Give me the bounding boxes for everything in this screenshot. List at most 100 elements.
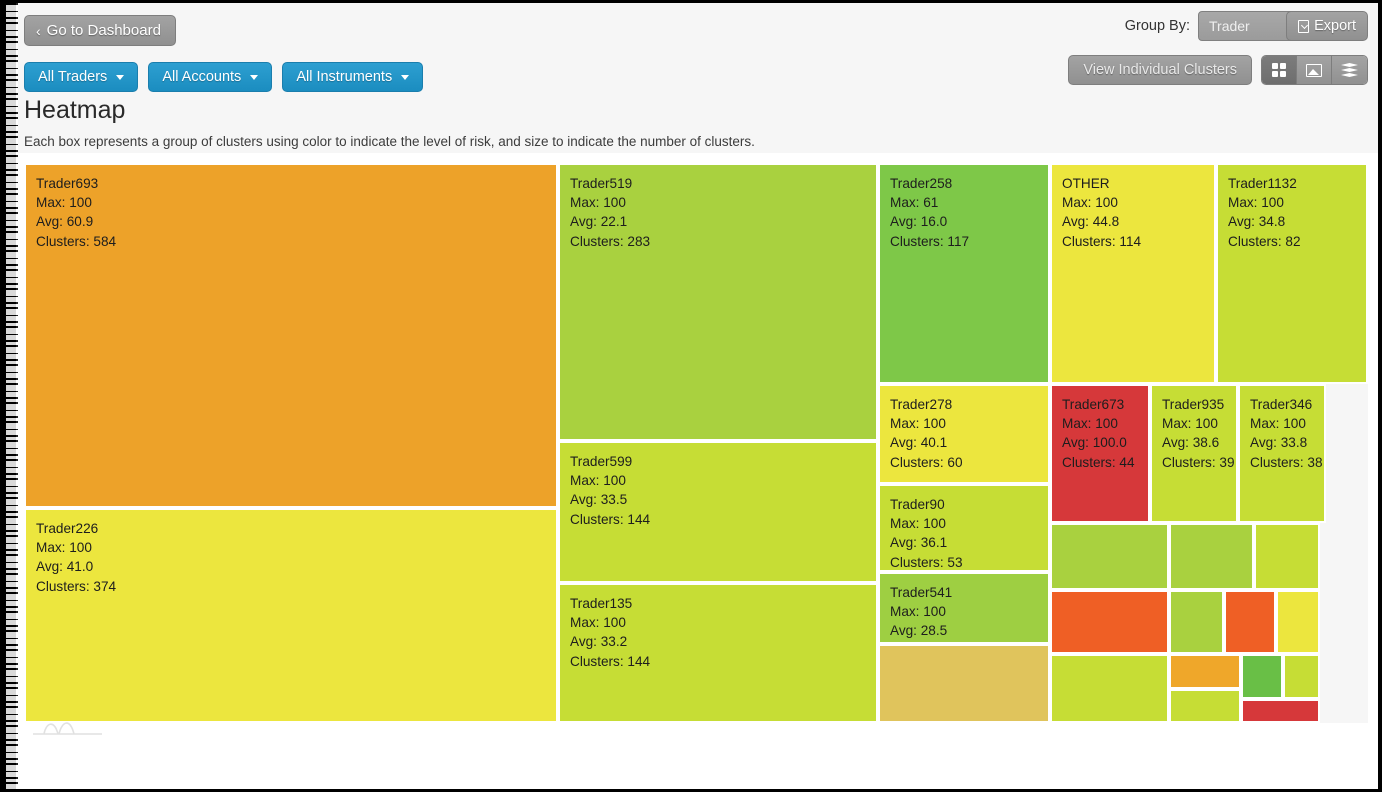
screenshot-frame: ‹ Go to Dashboard All Traders All Accoun… bbox=[0, 0, 1382, 792]
treemap-cell-unlabeled[interactable] bbox=[1224, 590, 1276, 654]
treemap-cell-name: Trader673 bbox=[1062, 397, 1125, 412]
download-icon bbox=[1298, 19, 1310, 33]
treemap-cell-clusters: Clusters: 374 bbox=[36, 578, 117, 594]
treemap-cell-unlabeled[interactable] bbox=[1050, 523, 1169, 590]
treemap-cell[interactable]: Trader135 Max: 100 Avg: 33.2 Clusters: 144 bbox=[558, 583, 878, 723]
treemap-cell[interactable]: Trader599 Max: 100 Avg: 33.5 Clusters: 144 bbox=[558, 441, 878, 583]
treemap-cell[interactable]: OTHER Max: 100 Avg: 44.8 Clusters: 114 bbox=[1050, 163, 1216, 384]
treemap-cell[interactable]: Trader541Max: 100Avg: 28.5Clusters: 46 bbox=[878, 572, 1050, 644]
treemap-cell-name: Trader693 bbox=[36, 176, 99, 191]
treemap-cell-max: Max: 100 bbox=[890, 604, 946, 620]
treemap-cell-unlabeled[interactable] bbox=[1050, 590, 1169, 654]
treemap-cell[interactable]: Trader346 Max: 100 Avg: 33.8 Clusters: 38 bbox=[1238, 384, 1326, 523]
export-button[interactable]: Export bbox=[1286, 11, 1368, 41]
treemap-cell-max: Max: 100 bbox=[1062, 195, 1118, 211]
treemap-cell-label: Trader673 Max: 100 Avg: 100.0 Clusters: 44 bbox=[1052, 386, 1148, 472]
treemap-cell[interactable]: Trader673 Max: 100 Avg: 100.0 Clusters: 44 bbox=[1050, 384, 1150, 523]
view-controls-row: View Individual Clusters bbox=[1068, 55, 1368, 85]
group-by-value: Trader bbox=[1209, 18, 1250, 34]
treemap-cell-name: Trader599 bbox=[570, 454, 633, 469]
heatmap-treemap: Trader693 Max: 100 Avg: 60.9 Clusters: 584 T… bbox=[24, 163, 1368, 723]
treemap-cell-name: Trader258 bbox=[890, 176, 953, 191]
treemap-cell[interactable]: Trader935 Max: 100 Avg: 38.6 Clusters: 39 bbox=[1150, 384, 1238, 523]
treemap-cell-max: Max: 100 bbox=[570, 195, 626, 211]
filter-button-row: All Traders All Accounts All Instruments bbox=[24, 62, 424, 92]
treemap-cell[interactable]: Trader519 Max: 100 Avg: 22.1 Clusters: 283 bbox=[558, 163, 878, 441]
torn-paper-left-edge bbox=[0, 0, 18, 792]
app-surface: ‹ Go to Dashboard All Traders All Accoun… bbox=[14, 3, 1378, 789]
treemap-cell-unlabeled[interactable] bbox=[1276, 590, 1320, 654]
treemap-cell-name: OTHER bbox=[1062, 176, 1110, 191]
treemap-cell-max: Max: 100 bbox=[36, 195, 92, 211]
treemap-cell-unlabeled[interactable] bbox=[1169, 590, 1224, 654]
view-toggle-chart[interactable] bbox=[1297, 56, 1332, 84]
filter-all-instruments-label: All Instruments bbox=[296, 69, 393, 85]
treemap-cell-avg: Avg: 100.0 bbox=[1062, 435, 1127, 451]
treemap-cell-max: Max: 100 bbox=[1162, 416, 1218, 432]
treemap-cell-unlabeled[interactable] bbox=[1169, 523, 1254, 590]
treemap-cell-label: Trader693 Max: 100 Avg: 60.9 Clusters: 584 bbox=[26, 165, 556, 251]
treemap-cell-avg: Avg: 33.5 bbox=[570, 492, 628, 508]
treemap-cell[interactable]: Trader226 Max: 100 Avg: 41.0 Clusters: 374 bbox=[24, 508, 558, 723]
treemap-cell-avg: Avg: 33.2 bbox=[570, 634, 628, 650]
treemap-cell-avg: Avg: 16.0 bbox=[890, 214, 948, 230]
treemap-cell-unlabeled[interactable] bbox=[878, 644, 1050, 723]
chevron-down-icon bbox=[116, 74, 125, 80]
view-toggle-layers[interactable] bbox=[1332, 56, 1367, 84]
treemap-cell-unlabeled[interactable] bbox=[1241, 699, 1320, 723]
page-subtitle: Each box represents a group of clusters … bbox=[24, 134, 755, 149]
go-to-dashboard-button[interactable]: ‹ Go to Dashboard bbox=[24, 15, 176, 46]
treemap-cell-unlabeled[interactable] bbox=[1241, 654, 1283, 699]
chevron-down-icon bbox=[250, 74, 259, 80]
treemap-cell[interactable]: Trader258 Max: 61 Avg: 16.0 Clusters: 117 bbox=[878, 163, 1050, 384]
treemap-cell-label: Trader135 Max: 100 Avg: 33.2 Clusters: 144 bbox=[560, 585, 876, 671]
treemap-cell-avg: Avg: 28.5 bbox=[890, 623, 948, 639]
treemap-cell-clusters: Clusters: 44 bbox=[1062, 454, 1135, 470]
filter-all-traders[interactable]: All Traders bbox=[24, 62, 139, 92]
group-by-label: Group By: bbox=[1124, 18, 1190, 34]
treemap-cell-unlabeled[interactable] bbox=[1050, 654, 1169, 723]
group-by-control: Group By: Trader bbox=[1125, 11, 1308, 41]
treemap-cell-name: Trader226 bbox=[36, 521, 99, 536]
view-individual-clusters-button[interactable]: View Individual Clusters bbox=[1068, 55, 1252, 85]
treemap-cell-clusters: Clusters: 60 bbox=[890, 454, 963, 470]
treemap-cell-unlabeled[interactable] bbox=[1254, 523, 1320, 590]
treemap-cell-avg: Avg: 38.6 bbox=[1162, 435, 1220, 451]
treemap-cell-avg: Avg: 40.1 bbox=[890, 435, 948, 451]
treemap-cell-clusters: Clusters: 53 bbox=[890, 554, 963, 570]
treemap-cell-unlabeled[interactable] bbox=[1169, 689, 1241, 723]
treemap-cell-label: Trader258 Max: 61 Avg: 16.0 Clusters: 117 bbox=[880, 165, 1048, 251]
treemap-cell-max: Max: 100 bbox=[1250, 416, 1306, 432]
treemap-cell[interactable]: Trader693 Max: 100 Avg: 60.9 Clusters: 584 bbox=[24, 163, 558, 508]
treemap-cell-max: Max: 100 bbox=[570, 615, 626, 631]
layers-icon bbox=[1341, 63, 1358, 77]
treemap-cell-clusters: Clusters: 283 bbox=[570, 233, 651, 249]
treemap-cell-avg: Avg: 22.1 bbox=[570, 214, 628, 230]
filter-all-accounts[interactable]: All Accounts bbox=[148, 62, 273, 92]
frame-top-edge bbox=[0, 0, 1382, 3]
filter-all-traders-label: All Traders bbox=[38, 69, 108, 85]
view-mode-toggle-group bbox=[1261, 55, 1368, 85]
treemap-cell-max: Max: 61 bbox=[890, 195, 939, 211]
treemap-cell[interactable]: Trader278 Max: 100 Avg: 40.1 Clusters: 60 bbox=[878, 384, 1050, 484]
treemap-cell[interactable]: Trader90 Max: 100 Avg: 36.1 Clusters: 53 bbox=[878, 484, 1050, 572]
treemap-cell-clusters: Clusters: 38 bbox=[1250, 454, 1323, 470]
treemap-cell-max: Max: 100 bbox=[890, 516, 946, 532]
filter-all-instruments[interactable]: All Instruments bbox=[282, 62, 424, 92]
treemap-cell-name: Trader1132 bbox=[1228, 176, 1297, 191]
treemap-cell-label: Trader519 Max: 100 Avg: 22.1 Clusters: 283 bbox=[560, 165, 876, 251]
treemap-cell-clusters: Clusters: 114 bbox=[1062, 233, 1142, 249]
treemap-cell-clusters: Clusters: 144 bbox=[570, 511, 651, 527]
treemap-cell-label: Trader278 Max: 100 Avg: 40.1 Clusters: 60 bbox=[880, 386, 1048, 472]
treemap-cell-name: Trader346 bbox=[1250, 397, 1313, 412]
treemap-cell-unlabeled[interactable] bbox=[1169, 654, 1241, 689]
chevron-down-icon bbox=[401, 74, 410, 80]
treemap-cell-avg: Avg: 34.8 bbox=[1228, 214, 1286, 230]
view-toggle-grid[interactable] bbox=[1262, 56, 1297, 84]
treemap-cell-label: Trader599 Max: 100 Avg: 33.5 Clusters: 144 bbox=[560, 443, 876, 529]
treemap-cell-unlabeled[interactable] bbox=[1283, 654, 1320, 699]
chevron-left-icon: ‹ bbox=[36, 22, 41, 39]
treemap-cell-clusters: Clusters: 117 bbox=[890, 233, 970, 249]
view-individual-clusters-label: View Individual Clusters bbox=[1083, 62, 1237, 78]
treemap-cell[interactable]: Trader1132 Max: 100 Avg: 34.8 Clusters: 82 bbox=[1216, 163, 1368, 384]
